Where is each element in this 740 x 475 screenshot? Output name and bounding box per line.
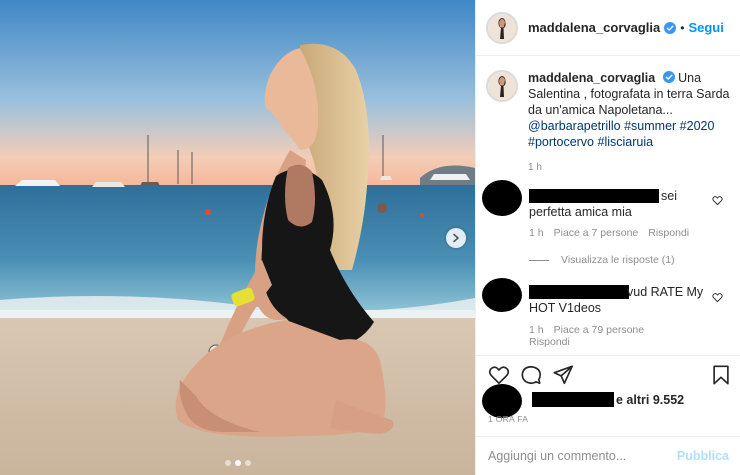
like-heart-icon[interactable] [488,364,510,386]
comment-reply-button[interactable]: Rispondi [648,227,689,239]
heart-icon[interactable] [712,292,723,303]
post-photo[interactable] [0,0,475,475]
caption-hashtag[interactable]: #portocervo [528,135,594,149]
verified-badge-icon [662,71,675,83]
action-bar [488,364,732,388]
share-icon[interactable] [552,364,574,386]
next-photo-button[interactable] [446,228,466,248]
comment-input[interactable] [488,449,677,463]
avatar-image [489,14,515,41]
comment-reply-button[interactable]: Rispondi [529,336,570,348]
likes-count: e altri 9.552 [616,393,685,407]
bookmark-icon[interactable] [710,364,732,386]
heart-icon[interactable] [712,195,723,206]
caption-hashtag[interactable]: #summer [624,119,676,133]
view-replies-line [529,259,549,261]
actions-divider [476,355,740,356]
caption-username[interactable]: maddalena_corvaglia [528,71,655,85]
avatar[interactable] [486,11,518,44]
likes-redaction [532,392,614,407]
comment-avatar-redacted[interactable] [482,180,522,216]
comment-likes[interactable]: Piace a 79 persone [554,324,644,336]
comment-meta-reply: Rispondi [529,336,570,348]
publish-button[interactable]: Pubblica [677,449,729,463]
post-caption: maddalena_corvaglia Una Salentina , foto… [486,70,736,176]
follow-button[interactable]: Segui [688,20,723,35]
header-separator: • [680,20,685,35]
likes-avatar-redacted [482,384,522,418]
chevron-right-icon [453,233,459,243]
comment-text-content: vud RATE My HOT V1deos [529,285,704,315]
post-timestamp: 1 ORA FA [488,414,529,424]
comment-meta: 1 h Piace a 79 persone [529,324,644,336]
caption-hashtag[interactable]: #lisciaruia [598,135,654,149]
carousel-dots [0,460,475,466]
comment-text: vud RATE My HOT V1deos [529,284,709,316]
comment-icon[interactable] [520,364,542,386]
comment-item: sei perfetta amica mia 1 h Piace a 7 per… [482,180,737,250]
caption-time: 1 h [528,162,542,173]
verified-badge-icon [664,21,677,34]
photo-image [0,0,475,475]
caption-mention[interactable]: @barbarapetrillo [528,119,621,133]
avatar-image [489,73,515,99]
comment-time: 1 h [529,324,544,336]
post-panel: maddalena_corvaglia • Segui maddalena_co… [475,0,740,475]
caption-avatar[interactable] [486,70,518,102]
view-replies-label: Visualizza le risposte (1) [561,254,675,266]
add-comment-bar: Pubblica [476,436,740,475]
comment-avatar-redacted[interactable] [482,278,522,312]
carousel-dot-active [234,460,241,466]
caption-hashtag[interactable]: #2020 [680,119,715,133]
comment-text-content: sei perfetta amica mia [529,189,677,219]
post-username[interactable]: maddalena_corvaglia [528,20,660,35]
comment-time: 1 h [529,227,544,239]
caption-text-block: maddalena_corvaglia Una Salentina , foto… [528,70,736,176]
carousel-dot [224,460,231,466]
comment-likes[interactable]: Piace a 7 persone [554,227,639,239]
comment-item: vud RATE My HOT V1deos 1 h Piace a 79 pe… [482,278,737,348]
comment-meta: 1 h Piace a 7 persone Rispondi [529,227,689,239]
comment-text: sei perfetta amica mia [529,188,709,220]
post-header: maddalena_corvaglia • Segui [476,0,740,56]
carousel-dot [244,460,251,466]
view-replies-button[interactable]: Visualizza le risposte (1) [529,254,675,266]
